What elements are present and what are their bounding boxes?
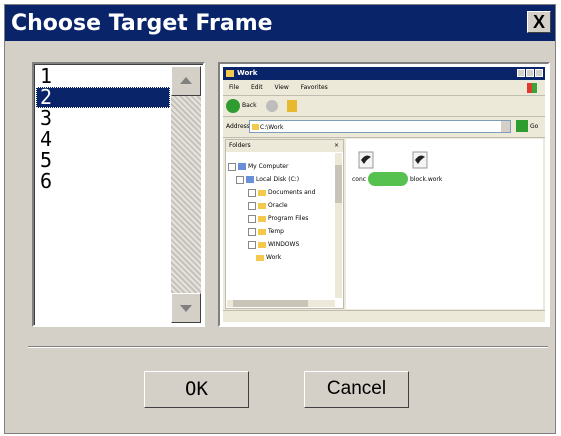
minimize-icon — [517, 69, 525, 77]
folders-close-icon: × — [333, 142, 339, 149]
folder-open-icon — [256, 254, 264, 261]
tree-item: Temp — [228, 225, 315, 238]
tree-item: Documents and — [228, 186, 315, 199]
tree-item-label: Documents and — [268, 189, 316, 196]
thumbnail-menu-bar: File Edit View Favorites — [223, 81, 545, 96]
folder-icon — [258, 228, 266, 235]
tree-item: WINDOWS — [228, 238, 315, 251]
file-icon — [412, 151, 428, 169]
dropdown-arrow-icon — [501, 121, 510, 132]
vertical-scrollbar[interactable] — [171, 66, 201, 323]
folder-icon — [258, 215, 266, 222]
tree-item-label: Work — [266, 254, 282, 261]
tree-item-label: WINDOWS — [268, 241, 300, 248]
tree-item-label: Program Files — [268, 215, 309, 222]
file-label: block.work — [410, 176, 443, 183]
expand-icon — [248, 201, 256, 210]
tree-item: Work — [228, 251, 315, 264]
arrow-down-icon — [180, 305, 192, 312]
thumbnail-toolbar: Back — [223, 96, 545, 117]
expand-icon — [248, 188, 256, 197]
folders-label: Folders — [229, 142, 251, 149]
folder-tree: My Computer Local Disk (C:) Documents an… — [228, 160, 315, 264]
folders-pane: Folders × My Computer Local Disk (C:) Do… — [225, 139, 344, 309]
arrow-up-icon — [180, 77, 192, 84]
folder-icon — [258, 189, 266, 196]
tree-item: My Computer — [228, 160, 315, 173]
thumbnail-address-bar: Address C:\Work Go — [223, 117, 545, 138]
thumbnail-status-bar — [223, 310, 545, 322]
folders-header: Folders × — [226, 140, 343, 152]
menu-file: File — [229, 84, 240, 91]
close-button[interactable]: X — [527, 11, 551, 33]
thumbnail-title-bar: Work — [223, 67, 545, 80]
file-icon — [358, 151, 374, 169]
close-icon — [535, 69, 543, 77]
scroll-down-button[interactable] — [171, 293, 201, 323]
cancel-button[interactable]: Cancel — [304, 371, 409, 408]
tree-item-label: Oracle — [268, 202, 288, 209]
files-pane: conc block.work — [346, 139, 543, 309]
tree-item: Local Disk (C:) — [228, 173, 315, 186]
list-item[interactable]: 5 — [36, 150, 170, 171]
ok-button[interactable]: OK — [144, 371, 249, 408]
tree-item-label: Local Disk (C:) — [256, 176, 300, 183]
back-icon — [226, 99, 240, 113]
maximize-icon — [526, 69, 534, 77]
list-item[interactable]: 3 — [36, 108, 170, 129]
tree-item-label: Temp — [268, 228, 284, 235]
separator — [28, 346, 548, 348]
folders-horizontal-scrollbar — [227, 300, 335, 307]
windows-logo-icon — [527, 83, 537, 93]
go-label: Go — [530, 123, 539, 130]
list-item[interactable]: 2 — [36, 87, 170, 108]
expand-icon — [248, 240, 256, 249]
computer-icon — [238, 163, 246, 170]
drive-icon — [246, 176, 254, 183]
menu-view: View — [274, 84, 289, 91]
menu-favorites: Favorites — [300, 84, 328, 91]
expand-icon — [248, 214, 256, 223]
folder-icon — [258, 202, 266, 209]
tree-item: Oracle — [228, 199, 315, 212]
folder-icon — [252, 124, 259, 130]
list-item[interactable]: 6 — [36, 171, 170, 192]
folder-icon — [258, 241, 266, 248]
menu-edit: Edit — [250, 84, 263, 91]
folder-icon — [226, 70, 234, 77]
frame-preview: Work File Edit View Favorites Back Addre… — [218, 62, 550, 327]
thumbnail-window-title: Work — [237, 69, 258, 77]
cursor-highlight — [368, 172, 408, 186]
address-label: Address — [226, 123, 250, 130]
back-label: Back — [242, 102, 257, 109]
scroll-up-button[interactable] — [171, 66, 201, 96]
file-label: conc — [352, 176, 367, 183]
collapse-icon — [236, 175, 244, 184]
explorer-thumbnail: Work File Edit View Favorites Back Addre… — [223, 67, 545, 322]
forward-icon — [266, 100, 278, 112]
address-field: C:\Work — [249, 120, 511, 133]
frame-list: 1 2 3 4 5 6 — [36, 66, 170, 192]
list-item[interactable]: 1 — [36, 66, 170, 87]
tree-item: Program Files — [228, 212, 315, 225]
frame-listbox[interactable]: 1 2 3 4 5 6 — [32, 62, 205, 327]
tree-item-label: My Computer — [248, 163, 289, 170]
scroll-thumb — [233, 300, 308, 307]
collapse-icon — [228, 162, 236, 171]
dialog-title: Choose Target Frame — [11, 11, 273, 36]
folders-vertical-scrollbar — [335, 153, 342, 298]
expand-icon — [248, 227, 256, 236]
list-item[interactable]: 4 — [36, 129, 170, 150]
go-icon — [516, 120, 528, 132]
scroll-thumb — [335, 165, 342, 203]
folder-up-icon — [287, 100, 297, 112]
title-bar[interactable]: Choose Target Frame X — [5, 5, 555, 41]
choose-target-frame-dialog: Choose Target Frame X 1 2 3 4 5 6 Work F… — [4, 4, 556, 434]
address-value: C:\Work — [260, 124, 284, 131]
